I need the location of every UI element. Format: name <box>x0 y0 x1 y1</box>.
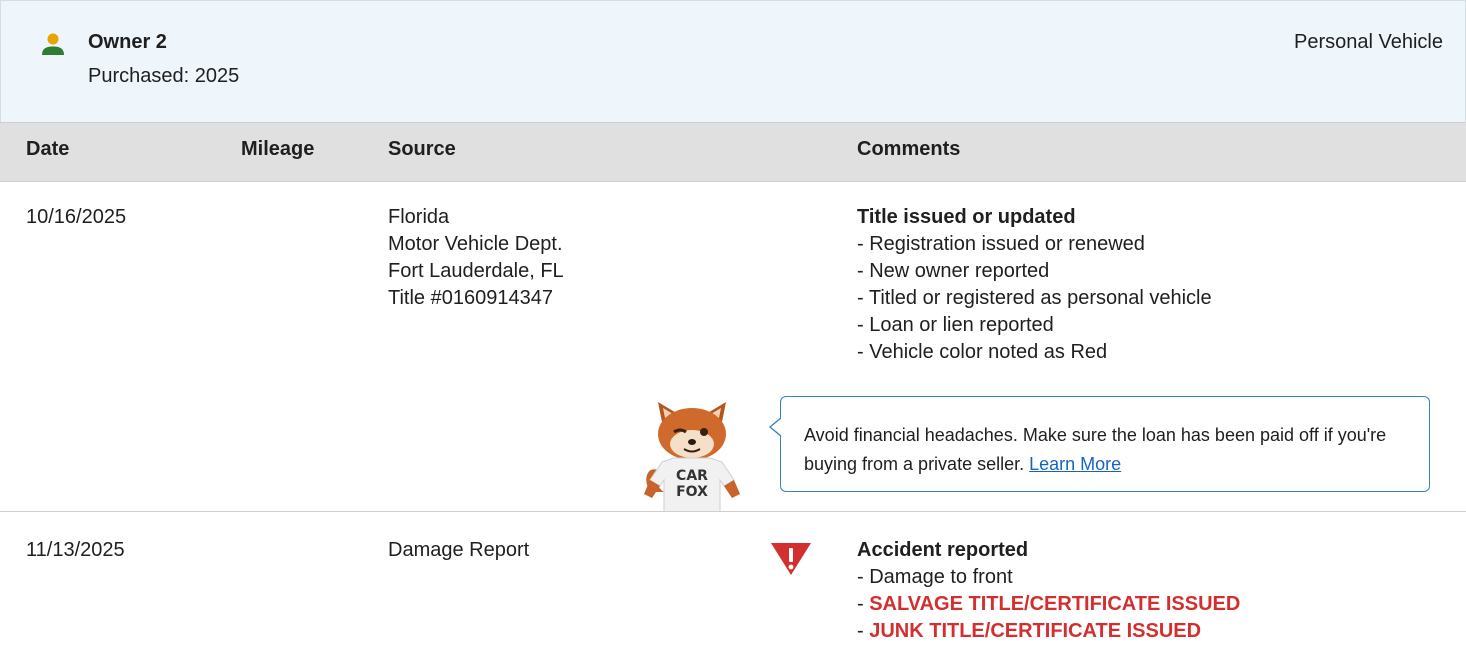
owner-purchased: Purchased: 2025 <box>88 65 240 87</box>
comment-item: - Titled or registered as personal vehic… <box>857 287 1212 309</box>
header-date: Date <box>26 138 70 160</box>
record-date: 10/16/2025 <box>26 206 127 228</box>
comment-title: Accident reported <box>857 539 1029 561</box>
mascot-shirt-label: CAR <box>676 468 708 484</box>
record-comments: Title issued or updated - Registration i… <box>857 204 1212 366</box>
source-line: Motor Vehicle Dept. <box>388 233 563 255</box>
warning-triangle-icon <box>771 543 811 575</box>
comment-item: - Registration issued or renewed <box>857 233 1145 255</box>
source-line: Title #0160914347 <box>388 287 553 309</box>
comment-item-alert: - SALVAGE TITLE/CERTIFICATE ISSUED <box>857 593 1241 615</box>
comment-list: - Damage to front - SALVAGE TITLE/CERTIF… <box>857 564 1240 645</box>
comment-item-alert: - JUNK TITLE/CERTIFICATE ISSUED <box>857 620 1202 642</box>
comment-title: Title issued or updated <box>857 206 1076 228</box>
source-line: Florida <box>388 206 450 228</box>
owner-name: Owner 2 <box>88 31 167 53</box>
owner-header: Owner 2 Purchased: 2025 Personal Vehicle <box>0 0 1466 122</box>
row-divider <box>0 511 1466 512</box>
tip-text: Avoid financial headaches. Make sure the… <box>804 421 1404 479</box>
junk-title-alert: JUNK TITLE/CERTIFICATE ISSUED <box>869 620 1202 642</box>
record-date: 11/13/2025 <box>26 539 125 561</box>
header-comments: Comments <box>857 138 961 160</box>
source-line: Damage Report <box>388 539 530 561</box>
loan-tip-callout: Avoid financial headaches. Make sure the… <box>769 396 1430 492</box>
comment-item: - New owner reported <box>857 260 1050 282</box>
mascot-shirt-label: FOX <box>676 484 708 500</box>
comment-item: - Damage to front <box>857 566 1013 588</box>
record-comments: Accident reported - Damage to front - SA… <box>857 537 1240 645</box>
comment-item: - Loan or lien reported <box>857 314 1054 336</box>
record-source: Florida Motor Vehicle Dept. Fort Lauderd… <box>388 204 564 312</box>
learn-more-link[interactable]: Learn More <box>1029 454 1121 474</box>
history-table-header: Date Mileage Source Comments <box>0 122 1466 182</box>
carfox-mascot: CAR FOX <box>644 402 740 512</box>
comment-list: - Registration issued or renewed - New o… <box>857 231 1212 366</box>
salvage-title-alert: SALVAGE TITLE/CERTIFICATE ISSUED <box>869 593 1241 615</box>
comment-item: - Vehicle color noted as Red <box>857 341 1108 363</box>
header-mileage: Mileage <box>241 138 315 160</box>
person-icon <box>42 33 64 55</box>
source-line: Fort Lauderdale, FL <box>388 260 564 282</box>
record-source: Damage Report <box>388 537 529 564</box>
owner-vehicle-type: Personal Vehicle <box>1294 31 1443 53</box>
header-source: Source <box>388 138 456 160</box>
